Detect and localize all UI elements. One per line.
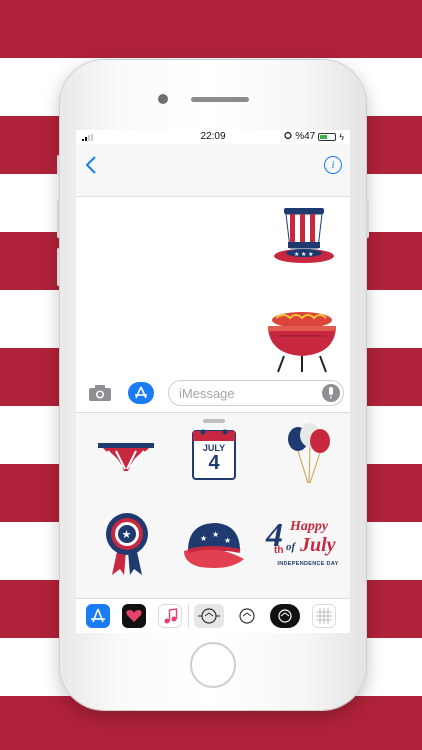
- microphone-icon[interactable]: [322, 384, 340, 402]
- happy-word: Happy: [290, 519, 329, 534]
- status-right: %47 ϟ: [284, 131, 344, 142]
- sticker-baseball-cap[interactable]: ★ ★ ★: [180, 517, 246, 573]
- happy-july: July: [300, 534, 336, 556]
- back-chevron-icon[interactable]: [85, 154, 96, 180]
- tray-music-icon[interactable]: [158, 604, 182, 628]
- battery-percent: %47: [295, 131, 316, 142]
- tray-sticker-pack-2[interactable]: [232, 604, 262, 628]
- sticker-balloons[interactable]: [286, 423, 332, 485]
- status-bar: 22:09 %47 ϟ: [76, 130, 350, 144]
- sent-sticker-grill[interactable]: [262, 310, 342, 376]
- camera-icon[interactable]: [88, 384, 112, 407]
- message-thread: ★ ★ ★: [76, 196, 350, 374]
- power-button: [366, 200, 369, 238]
- front-camera: [158, 94, 168, 104]
- sticker-swimsuit[interactable]: [94, 437, 158, 477]
- app-drawer-tray: [76, 598, 350, 633]
- alarm-icon: [284, 131, 292, 142]
- home-button[interactable]: [190, 642, 236, 688]
- tray-digital-touch-icon[interactable]: [122, 604, 146, 628]
- imessage-placeholder: iMessage: [179, 386, 235, 401]
- svg-text:★: ★: [122, 529, 132, 541]
- conversation-header: i: [76, 144, 350, 197]
- volume-down-button: [57, 248, 60, 286]
- tray-divider: [188, 604, 189, 628]
- phone-frame: 22:09 %47 ϟ i ★ ★ ★ iMessage JULY 4 ★ ★ …: [57, 60, 369, 710]
- screen: 22:09 %47 ϟ i ★ ★ ★ iMessage JULY 4 ★ ★ …: [76, 130, 350, 633]
- drawer-grabber[interactable]: [203, 419, 225, 423]
- sticker-calendar[interactable]: JULY 4: [191, 427, 237, 481]
- charging-icon: ϟ: [339, 131, 344, 142]
- tray-more-apps-icon[interactable]: [312, 604, 336, 628]
- mute-switch: [57, 155, 60, 175]
- tray-sticker-pack-selected[interactable]: [194, 604, 224, 628]
- calendar-day: 4: [208, 452, 220, 474]
- happy-th: th: [274, 545, 284, 556]
- sticker-drawer: JULY 4 ★ ★ ★ ★ 4 th Happy of July INDEPE…: [76, 412, 350, 599]
- imessage-input[interactable]: iMessage: [168, 380, 344, 406]
- earpiece-speaker: [191, 97, 249, 102]
- svg-text:★ ★ ★: ★ ★ ★: [294, 251, 313, 258]
- compose-bar: iMessage: [76, 374, 350, 410]
- tray-app-store-icon[interactable]: [86, 604, 110, 628]
- app-store-icon[interactable]: [128, 382, 154, 404]
- volume-up-button: [57, 200, 60, 238]
- sticker-happy-4th-of-july[interactable]: 4 th Happy of July INDEPENDENCE DAY: [266, 517, 346, 577]
- info-icon[interactable]: i: [324, 156, 342, 174]
- svg-text:★: ★: [200, 534, 207, 543]
- battery-icon: [318, 132, 337, 141]
- tray-sticker-pack-3[interactable]: [270, 604, 300, 628]
- sent-sticker-uncle-sam-hat[interactable]: ★ ★ ★: [272, 204, 336, 268]
- svg-text:★: ★: [224, 536, 231, 545]
- svg-text:★: ★: [212, 530, 219, 539]
- happy-subtitle: INDEPENDENCE DAY: [277, 561, 339, 567]
- happy-of: of: [286, 541, 296, 553]
- sticker-rosette-badge[interactable]: ★: [104, 511, 150, 577]
